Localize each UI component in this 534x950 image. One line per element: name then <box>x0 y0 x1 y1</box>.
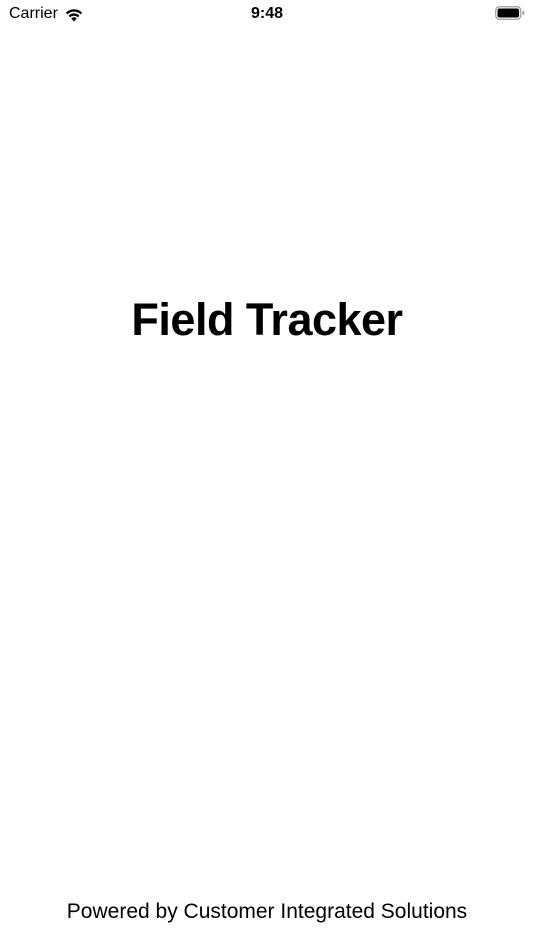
status-bar: Carrier 9:48 <box>0 0 534 30</box>
app-title: Field Tracker <box>131 294 403 345</box>
battery-icon <box>495 6 525 20</box>
powered-by-footer: Powered by Customer Integrated Solutions <box>66 900 468 923</box>
status-time: 9:48 <box>250 5 284 22</box>
